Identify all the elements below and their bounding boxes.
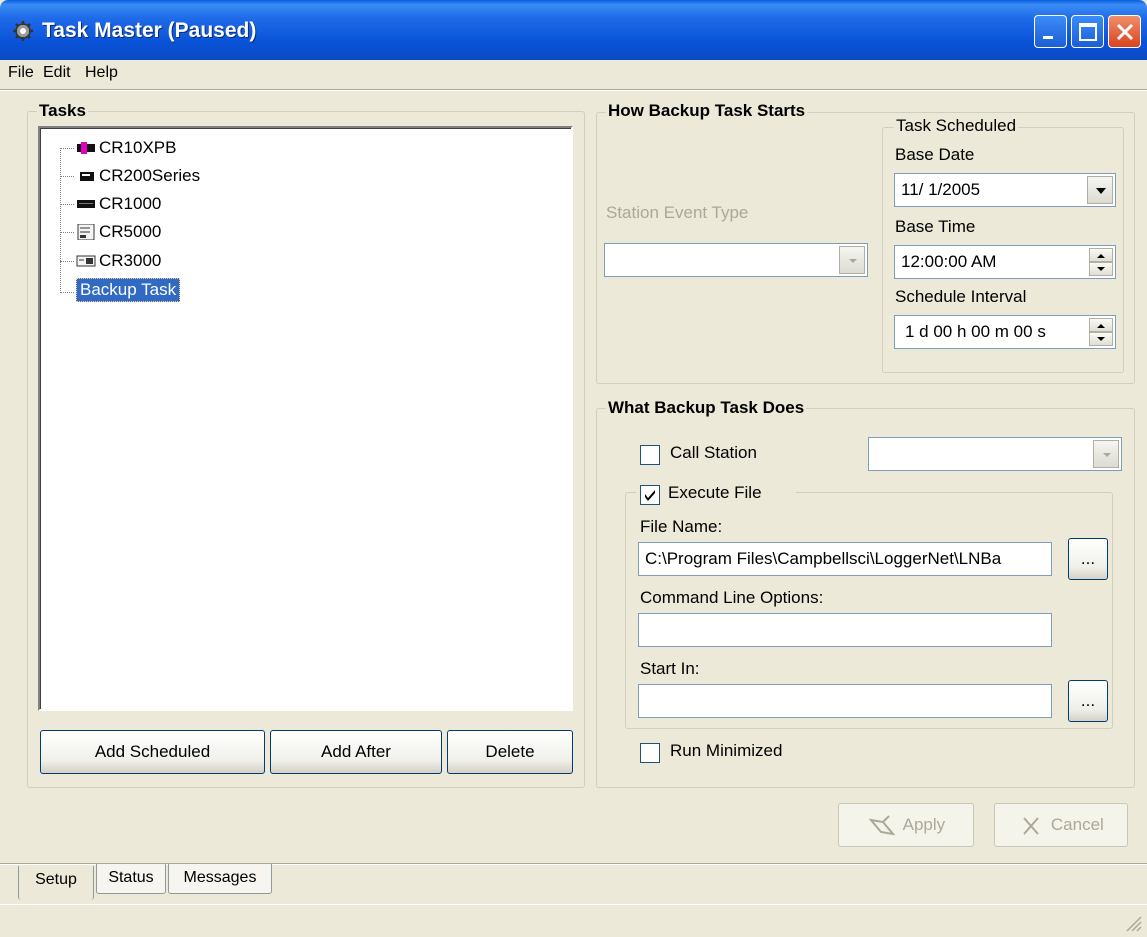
tree-item-cr200series[interactable]: CR200Series	[76, 164, 200, 188]
tab-setup[interactable]: Setup	[18, 866, 94, 900]
browse-start-in-button[interactable]: ...	[1068, 680, 1108, 722]
call-station-combo[interactable]	[868, 437, 1122, 471]
tasks-group-title: Tasks	[37, 101, 88, 121]
base-time-spinner[interactable]	[1089, 248, 1113, 276]
command-line-options-label: Command Line Options:	[640, 588, 824, 607]
execute-file-label: Execute File	[668, 483, 762, 502]
chevron-down-icon	[1103, 453, 1111, 457]
checkmark-icon	[645, 490, 655, 501]
chevron-down-icon	[849, 259, 857, 263]
chevron-down-icon	[1096, 188, 1106, 194]
apply-button[interactable]: Apply	[838, 803, 974, 847]
menu-help[interactable]: Help	[85, 64, 118, 82]
maximize-button[interactable]	[1071, 15, 1104, 48]
status-bar	[0, 904, 1147, 937]
task-scheduled-title: Task Scheduled	[894, 116, 1019, 136]
datalogger-cr3000-icon	[76, 255, 96, 267]
datalogger-cr10xpb-icon	[77, 142, 95, 154]
spin-up-icon[interactable]	[1089, 318, 1113, 332]
file-name-input[interactable]: C:\Program Files\Campbellsci\LoggerNet\L…	[638, 542, 1052, 576]
tree-item-cr10xpb[interactable]: CR10XPB	[76, 136, 176, 160]
add-after-button[interactable]: Add After	[270, 730, 442, 774]
tab-status[interactable]: Status	[96, 864, 166, 894]
datalogger-cr1000-icon	[77, 200, 95, 208]
base-time-label: Base Time	[895, 217, 976, 236]
station-event-label: Station Event Type	[606, 203, 749, 222]
maximize-icon	[1079, 23, 1097, 41]
spin-up-icon[interactable]	[1089, 248, 1113, 262]
add-scheduled-button[interactable]: Add Scheduled	[40, 730, 265, 774]
minimize-button[interactable]	[1034, 15, 1067, 48]
call-station-dropdown-button[interactable]	[1093, 440, 1119, 468]
what-does-title: What Backup Task Does	[606, 398, 807, 418]
cancel-button[interactable]: Cancel	[994, 803, 1128, 847]
resize-grip-icon[interactable]	[1123, 913, 1143, 933]
station-event-dropdown-button[interactable]	[839, 246, 865, 274]
menu-bar: File Edit Help	[0, 60, 1147, 88]
file-name-label: File Name:	[640, 517, 723, 536]
browse-file-button[interactable]: ...	[1068, 538, 1108, 580]
tree-item-cr1000[interactable]: CR1000	[76, 192, 161, 216]
tree-item-backup-task[interactable]: Backup Task	[76, 278, 181, 302]
menu-divider	[0, 89, 1147, 91]
start-in-input[interactable]	[638, 684, 1052, 718]
command-line-options-input[interactable]	[638, 613, 1052, 647]
window-title: Task Master (Paused)	[42, 19, 257, 42]
schedule-interval-label: Schedule Interval	[895, 287, 1027, 306]
tab-messages[interactable]: Messages	[168, 864, 272, 894]
cancel-x-icon	[1023, 816, 1039, 835]
tree-item-cr3000[interactable]: CR3000	[76, 249, 161, 273]
run-minimized-label: Run Minimized	[670, 741, 783, 760]
gear-app-icon	[13, 21, 33, 41]
title-bar[interactable]: Task Master (Paused)	[0, 0, 1147, 60]
call-station-label: Call Station	[670, 443, 757, 462]
run-minimized-checkbox[interactable]	[640, 743, 660, 763]
tasks-tree[interactable]: CR10XPB CR200Series CR1000 CR5000 CR3000…	[38, 126, 573, 711]
menu-edit[interactable]: Edit	[43, 64, 71, 82]
station-event-combo[interactable]	[604, 243, 868, 277]
minimize-icon	[1043, 36, 1053, 39]
how-starts-title: How Backup Task Starts	[606, 101, 808, 121]
spin-down-icon[interactable]	[1089, 262, 1113, 276]
base-date-dropdown-button[interactable]	[1087, 176, 1113, 204]
spin-down-icon[interactable]	[1089, 332, 1113, 346]
base-date-picker[interactable]: 11/ 1/2005	[894, 173, 1116, 207]
close-button[interactable]	[1108, 15, 1141, 48]
start-in-label: Start In:	[640, 659, 700, 678]
datalogger-cr5000-icon	[77, 224, 95, 240]
execute-file-checkbox[interactable]	[640, 485, 660, 505]
interval-spinner[interactable]	[1089, 318, 1113, 346]
schedule-interval-field[interactable]: 1 d 00 h 00 m 00 s	[894, 315, 1116, 349]
datalogger-cr200-icon	[80, 172, 94, 181]
menu-file[interactable]: File	[8, 64, 34, 82]
tree-item-cr5000[interactable]: CR5000	[76, 220, 161, 244]
apply-icon	[868, 814, 896, 835]
base-date-label: Base Date	[895, 145, 975, 164]
call-station-checkbox[interactable]	[640, 445, 660, 465]
base-time-field[interactable]: 12:00:00 AM	[894, 245, 1116, 279]
delete-button[interactable]: Delete	[447, 730, 573, 774]
close-icon	[1116, 23, 1134, 41]
